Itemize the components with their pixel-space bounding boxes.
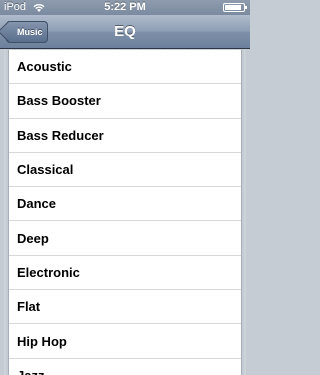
- eq-preset-label: Deep: [17, 230, 49, 246]
- eq-preset-row[interactable]: Dance: [9, 187, 241, 222]
- eq-preset-label: Acoustic: [17, 59, 72, 75]
- eq-preset-label: Classical: [17, 162, 74, 178]
- navigation-bar: EQ Music: [0, 15, 250, 49]
- eq-preset-list[interactable]: Acoustic Bass Booster Bass Reducer Classica…: [8, 50, 242, 375]
- eq-preset-row[interactable]: Classical: [9, 153, 241, 188]
- status-bar: iPod 5:22 PM: [0, 0, 250, 15]
- eq-preset-row[interactable]: Acoustic: [9, 50, 241, 85]
- eq-preset-label: Dance: [17, 196, 57, 212]
- eq-preset-label: Jazz: [17, 368, 44, 375]
- eq-preset-row[interactable]: Electronic: [9, 256, 241, 291]
- battery-icon: [223, 3, 247, 12]
- eq-preset-label: Electronic: [17, 264, 80, 280]
- eq-preset-label: Hip Hop: [17, 333, 67, 349]
- eq-preset-row[interactable]: Flat: [9, 290, 241, 325]
- eq-preset-row[interactable]: Bass Reducer: [9, 119, 241, 153]
- back-button-label: Music: [17, 27, 43, 37]
- eq-preset-row[interactable]: Jazz: [9, 359, 241, 375]
- back-button[interactable]: Music: [6, 21, 48, 43]
- eq-preset-label: Flat: [17, 299, 41, 315]
- eq-preset-label: Bass Booster: [17, 93, 101, 109]
- eq-preset-row[interactable]: Hip Hop: [9, 324, 241, 359]
- battery-fill: [225, 5, 241, 10]
- eq-preset-row[interactable]: Deep: [9, 221, 241, 256]
- eq-preset-row[interactable]: Bass Booster: [9, 84, 241, 119]
- status-time: 5:22 PM: [104, 1, 146, 13]
- screen: iPod 5:22 PM EQ Music Acoustic Bass Boost…: [0, 0, 250, 375]
- eq-preset-label: Bass Reducer: [17, 127, 104, 143]
